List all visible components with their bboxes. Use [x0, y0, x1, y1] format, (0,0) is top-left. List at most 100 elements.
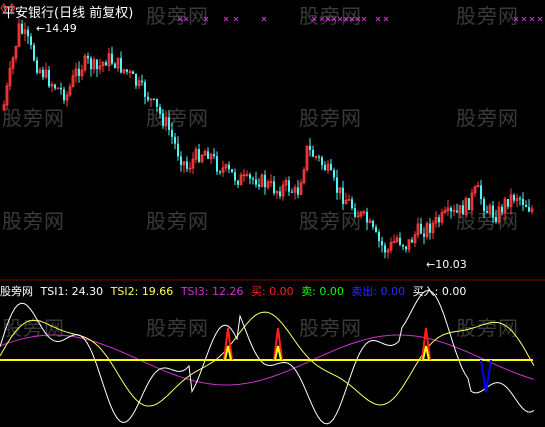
candle-body: [120, 58, 122, 73]
candle-body: [54, 84, 56, 89]
high-price-value: 14.49: [45, 22, 77, 35]
candle-body: [321, 157, 323, 166]
candle-body: [438, 217, 440, 223]
candle-body: [519, 198, 521, 200]
candle-body: [297, 187, 299, 195]
sell-x-marker: [261, 16, 267, 22]
sell-x-marker: [203, 16, 209, 22]
stock-chart-window: 股旁网 股旁网 股旁网 股旁网 股旁网 股旁网 股旁网 股旁网 股旁网 股旁网 …: [0, 0, 545, 427]
candle-body: [198, 149, 200, 162]
candle-body: [381, 241, 383, 246]
candle-body: [168, 117, 170, 130]
candle-body: [372, 220, 374, 228]
candle-body: [249, 174, 251, 179]
candle-body: [354, 208, 356, 217]
candle-body: [336, 177, 338, 193]
candle-body: [375, 227, 377, 232]
candle-body: [114, 63, 116, 69]
candle-body: [213, 154, 215, 157]
candle-body: [90, 58, 92, 69]
candle-body: [402, 244, 404, 247]
tsi3-value: 12.26: [211, 285, 244, 298]
sell-marker-row: [177, 16, 543, 22]
candle-body: [159, 106, 161, 114]
sell-legend: 卖: 0.00: [301, 285, 344, 298]
candle-body: [219, 171, 221, 173]
candle-body: [429, 223, 431, 233]
candle-body: [111, 53, 113, 64]
candle-body: [309, 145, 311, 150]
sell-x-marker: [513, 16, 519, 22]
candle-body: [291, 191, 293, 193]
candle-body: [135, 74, 137, 86]
candle-body: [330, 164, 332, 171]
tsi1-line: [0, 289, 535, 425]
candle-body: [525, 205, 527, 207]
candle-body: [144, 82, 146, 97]
buy-label: 买:: [250, 285, 266, 298]
candle-body: [411, 239, 413, 243]
candle-body: [420, 223, 422, 234]
candle-body: [48, 70, 50, 87]
candle-body: [186, 161, 188, 169]
candle-body: [279, 191, 281, 197]
sell-x-marker: [349, 16, 355, 22]
sellout-legend: 卖出: 0.00: [351, 285, 405, 298]
low-price-label: ←10.03: [426, 258, 467, 271]
candle-body: [63, 89, 65, 101]
candle-body: [513, 195, 515, 201]
sellout-label: 卖出:: [351, 285, 378, 298]
candle-body: [78, 68, 80, 76]
candle-body: [141, 80, 143, 83]
sell-x-marker: [331, 16, 337, 22]
candle-body: [36, 60, 38, 73]
tsi1-legend: TSI1: 24.30: [41, 285, 104, 298]
candle-body: [156, 98, 158, 107]
candle-body: [486, 211, 488, 213]
sell-x-marker: [361, 16, 367, 22]
sell-x-marker: [529, 16, 535, 22]
sell-x-marker: [183, 16, 189, 22]
candle-body: [228, 164, 230, 170]
sell-x-marker: [355, 16, 361, 22]
sell-x-marker: [223, 16, 229, 22]
candle-body: [153, 98, 155, 100]
candle-body: [450, 207, 452, 212]
sell-x-marker: [537, 16, 543, 22]
candle-body: [456, 210, 458, 213]
candle-body: [480, 185, 482, 199]
candle-body: [405, 246, 407, 250]
buyin-value: 0.00: [441, 285, 467, 298]
sell-x-marker: [319, 16, 325, 22]
candle-body: [384, 245, 386, 253]
indicator-name[interactable]: 股旁网: [0, 285, 33, 298]
candle-body: [96, 59, 98, 69]
sell-x-marker: [337, 16, 343, 22]
candle-body: [495, 217, 497, 222]
candle-body: [42, 69, 44, 78]
candle-body: [351, 199, 353, 209]
chart-canvas[interactable]: [0, 0, 545, 427]
candle-body: [288, 180, 290, 192]
candle-body: [132, 71, 134, 74]
sell-label: 卖:: [301, 285, 316, 298]
buy-value: 0.00: [269, 285, 294, 298]
candle-body: [264, 174, 266, 188]
diamond-icon[interactable]: [0, 3, 16, 13]
candle-body: [60, 87, 62, 90]
candle-body: [258, 184, 260, 187]
candle-body: [312, 149, 314, 157]
candle-body: [423, 233, 425, 237]
candle-body: [180, 156, 182, 165]
tsi-indicator-pane: [0, 289, 535, 425]
candle-body: [126, 69, 128, 72]
candle-body: [492, 205, 494, 218]
candle-body: [378, 232, 380, 241]
candle-body: [87, 56, 89, 59]
candle-body: [324, 165, 326, 171]
candle-body: [252, 178, 254, 180]
sell-x-marker: [343, 16, 349, 22]
sell-x-marker: [521, 16, 527, 22]
tsi1-label: TSI1:: [40, 285, 69, 298]
candle-body: [507, 199, 509, 207]
